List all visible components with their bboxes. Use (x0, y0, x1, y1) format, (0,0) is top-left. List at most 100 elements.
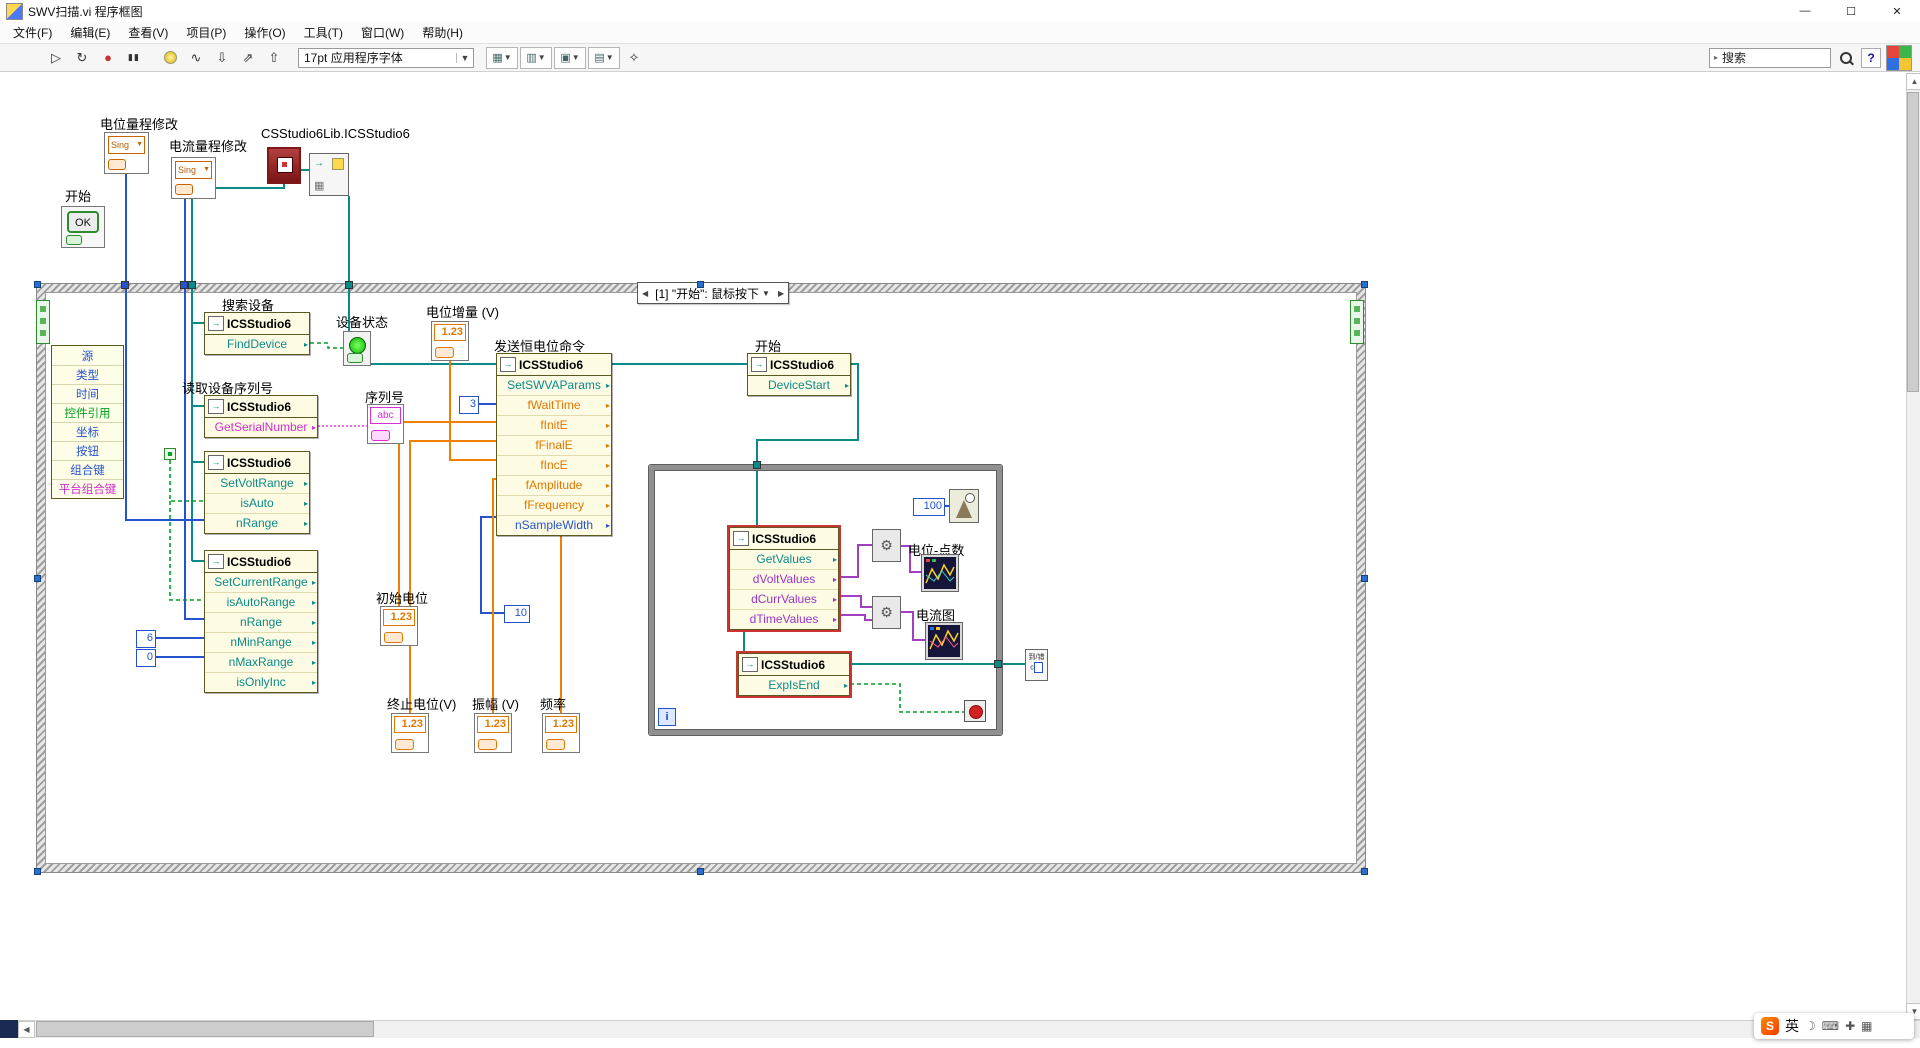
class-constant-icon[interactable] (267, 147, 301, 184)
invoke-node-finddevice[interactable]: →ICSStudio6FindDevice▸ (204, 312, 310, 355)
wait-ms-icon[interactable] (949, 489, 979, 523)
node-row[interactable]: nRange▸ (205, 513, 309, 533)
invoke-node-setswvaparams[interactable]: →ICSStudio6SetSWVAParams▸fWaitTime▸fInit… (496, 353, 612, 536)
menu-item[interactable]: 操作(O) (235, 22, 294, 44)
constant-100[interactable]: 100 (913, 498, 945, 516)
font-selector[interactable]: 17pt 应用程序字体 ▼ (298, 48, 474, 68)
start-button-terminal[interactable]: OK (61, 206, 105, 248)
selection-handle[interactable] (34, 281, 41, 288)
node-row[interactable]: SetSWVAParams▸ (497, 376, 611, 395)
maximize-button[interactable]: ☐ (1828, 0, 1874, 22)
chevron-down-icon[interactable]: ▼ (762, 289, 774, 298)
tunnel[interactable] (345, 281, 353, 289)
selection-handle[interactable] (1361, 281, 1368, 288)
event-terminal-right-icon[interactable] (1350, 300, 1364, 344)
pot-increment-terminal[interactable]: 1.23 (431, 321, 469, 361)
event-data-item[interactable]: 按钮 (52, 441, 123, 460)
label-start-top[interactable]: 开始 (65, 186, 91, 205)
selection-handle[interactable] (34, 575, 41, 582)
amplitude-terminal[interactable]: 1.23 (474, 713, 512, 753)
next-case-icon[interactable]: ▶ (774, 289, 788, 298)
horizontal-scroll-thumb[interactable] (36, 1021, 374, 1037)
selection-handle[interactable] (697, 281, 704, 288)
label-init-pot[interactable]: 初始电位 (376, 588, 428, 607)
tunnel[interactable] (753, 461, 761, 469)
node-row[interactable]: dVoltValues▸ (730, 569, 838, 589)
curr-chart-terminal[interactable] (925, 622, 963, 660)
class-reference-icon[interactable]: → ▦ (309, 153, 349, 196)
invoke-node-getserialnumber[interactable]: →ICSStudio6GetSerialNumber▸ (204, 395, 318, 438)
menu-item[interactable]: 项目(P) (177, 22, 235, 44)
init-pot-terminal[interactable]: 1.23 (380, 606, 418, 646)
loop-iteration-terminal[interactable]: i (658, 708, 676, 726)
close-button[interactable]: ✕ (1874, 0, 1920, 22)
search-input[interactable]: ▸ 搜索 (1709, 48, 1831, 68)
resize-objects-button[interactable]: ▣▼ (554, 47, 586, 69)
event-data-item[interactable]: 坐标 (52, 422, 123, 441)
invoke-node-getvalues[interactable]: →ICSStudio6GetValues▸dVoltValues▸dCurrVa… (729, 527, 839, 630)
label-amplitude[interactable]: 振幅 (V) (472, 694, 519, 713)
step-over-icon[interactable]: ⇗ (236, 46, 260, 70)
pause-button-icon[interactable]: ▮▮ (122, 46, 146, 70)
build-array-icon[interactable]: ⚙ (872, 596, 901, 629)
node-row[interactable]: fInitE▸ (497, 415, 611, 435)
plus-icon[interactable]: ✚ (1845, 1019, 1855, 1033)
step-out-icon[interactable]: ⇧ (262, 46, 286, 70)
event-data-item[interactable]: 组合键 (52, 460, 123, 479)
selection-handle[interactable] (1361, 868, 1368, 875)
node-row[interactable]: DeviceStart▸ (748, 376, 850, 395)
node-row[interactable]: isAuto▸ (205, 493, 309, 513)
node-row[interactable]: nSampleWidth▸ (497, 515, 611, 535)
constant-6[interactable]: 6 (136, 630, 156, 648)
selection-handle[interactable] (697, 868, 704, 875)
selection-handle[interactable] (1361, 575, 1368, 582)
node-row[interactable]: nMaxRange▸ (205, 652, 317, 672)
constant-0[interactable]: 0 (136, 649, 156, 667)
node-row[interactable]: FindDevice▸ (205, 335, 309, 354)
menu-item[interactable]: 编辑(E) (61, 22, 119, 44)
node-row[interactable]: ExpIsEnd▸ (739, 676, 849, 695)
error-out-icon[interactable]: 到/错 c (1025, 649, 1048, 681)
node-row[interactable]: GetSerialNumber▸ (205, 418, 317, 437)
constant-3[interactable]: 3 (459, 396, 479, 414)
event-data-item[interactable]: 时间 (52, 384, 123, 403)
invoke-node-setcurrentrange[interactable]: →ICSStudio6SetCurrentRange▸isAutoRange▸n… (204, 550, 318, 693)
label-class-const[interactable]: CSStudio6Lib.ICSStudio6 (261, 126, 410, 141)
minimize-button[interactable]: — (1782, 0, 1828, 22)
node-row[interactable]: nMinRange▸ (205, 632, 317, 652)
node-row[interactable]: dCurrValues▸ (730, 589, 838, 609)
volt-range-control-terminal[interactable]: Sing▼ (104, 132, 149, 174)
label-pot-increment[interactable]: 电位增量 (V) (426, 302, 499, 321)
menu-item[interactable]: 帮助(H) (413, 22, 472, 44)
volt-chart-terminal[interactable] (921, 554, 959, 592)
label-final-pot[interactable]: 终止电位(V) (387, 694, 456, 713)
distribute-objects-button[interactable]: ▥▼ (520, 47, 552, 69)
node-row[interactable]: isAutoRange▸ (205, 592, 317, 612)
event-data-item[interactable]: 类型 (52, 365, 123, 384)
loop-condition-terminal[interactable] (964, 700, 986, 722)
node-row[interactable]: fFinalE▸ (497, 435, 611, 455)
node-row[interactable]: nRange▸ (205, 612, 317, 632)
menu-item[interactable]: 窗口(W) (352, 22, 413, 44)
frequency-terminal[interactable]: 1.23 (542, 713, 580, 753)
node-row[interactable]: dTimeValues▸ (730, 609, 838, 629)
constant-10[interactable]: 10 (504, 605, 530, 623)
node-row[interactable]: SetVoltRange▸ (205, 474, 309, 493)
curr-range-control-terminal[interactable]: Sing▼ (171, 157, 216, 199)
event-data-item[interactable]: 平台组合键 (52, 479, 123, 498)
event-selector[interactable]: ◀ [1] "开始": 鼠标按下 ▼ ▶ (637, 282, 789, 304)
tunnel[interactable] (121, 281, 129, 289)
event-data-item[interactable]: 控件引用 (52, 403, 123, 422)
step-into-icon[interactable]: ⇩ (210, 46, 234, 70)
tunnel[interactable] (188, 281, 196, 289)
sogou-logo-icon[interactable]: S (1761, 1017, 1779, 1035)
cleanup-diagram-icon[interactable]: ✧ (622, 46, 646, 70)
final-pot-terminal[interactable]: 1.23 (391, 713, 429, 753)
scroll-left-icon[interactable]: ◀ (18, 1021, 35, 1038)
label-device-status[interactable]: 设备状态 (336, 312, 388, 331)
node-row[interactable]: SetCurrentRange▸ (205, 573, 317, 592)
event-data-item[interactable]: 源 (52, 346, 123, 365)
node-row[interactable]: fWaitTime▸ (497, 395, 611, 415)
retain-wire-values-icon[interactable]: ∿ (184, 46, 208, 70)
moon-icon[interactable]: ☽ (1805, 1019, 1816, 1033)
